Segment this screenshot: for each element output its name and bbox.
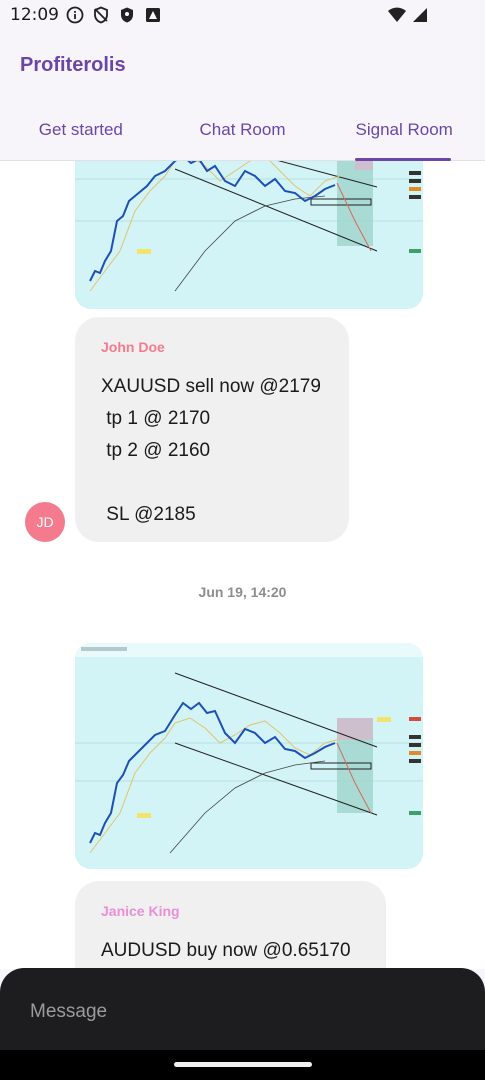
home-gesture-handle[interactable] — [174, 1062, 312, 1067]
tab-chat-room[interactable]: Chat Room — [162, 112, 324, 161]
sender-name: John Doe — [101, 339, 165, 355]
status-time: 12:09 — [10, 5, 59, 25]
navigation-bar — [0, 1050, 485, 1080]
wifi-icon — [387, 6, 407, 28]
message-text: XAUUSD sell now @2179 tp 1 @ 2170 tp 2 @… — [101, 376, 321, 525]
message-input[interactable]: Message — [30, 1001, 107, 1023]
tab-signal-room[interactable]: Signal Room — [323, 112, 485, 161]
message-list[interactable]: John Doe XAUUSD sell now @2179 tp 1 @ 21… — [0, 161, 485, 969]
shield-off-icon — [92, 6, 110, 24]
status-icons — [66, 6, 162, 24]
signal-icon — [411, 6, 429, 28]
app-header: Profiterolis Get started Chat Room Signa… — [0, 32, 485, 161]
system-indicators — [387, 6, 429, 28]
chart-image[interactable] — [75, 643, 423, 869]
avatar[interactable]: JD — [25, 502, 65, 542]
tab-get-started[interactable]: Get started — [0, 112, 162, 161]
date-separator: Jun 19, 14:20 — [198, 584, 287, 600]
app-title: Profiterolis — [20, 54, 126, 76]
chart-image[interactable] — [75, 161, 423, 309]
message-bubble[interactable]: Janice King AUDUSD buy now @0.65170 — [75, 881, 386, 969]
message-bubble[interactable]: John Doe XAUUSD sell now @2179 tp 1 @ 21… — [75, 317, 349, 542]
sender-name: Janice King — [101, 903, 180, 919]
message-text: AUDUSD buy now @0.65170 — [101, 940, 351, 961]
status-bar: 12:09 — [0, 0, 485, 32]
shield-icon — [118, 6, 136, 24]
app-notification-icon — [144, 6, 162, 24]
tab-bar: Get started Chat Room Signal Room — [0, 112, 485, 161]
info-icon — [66, 6, 84, 24]
